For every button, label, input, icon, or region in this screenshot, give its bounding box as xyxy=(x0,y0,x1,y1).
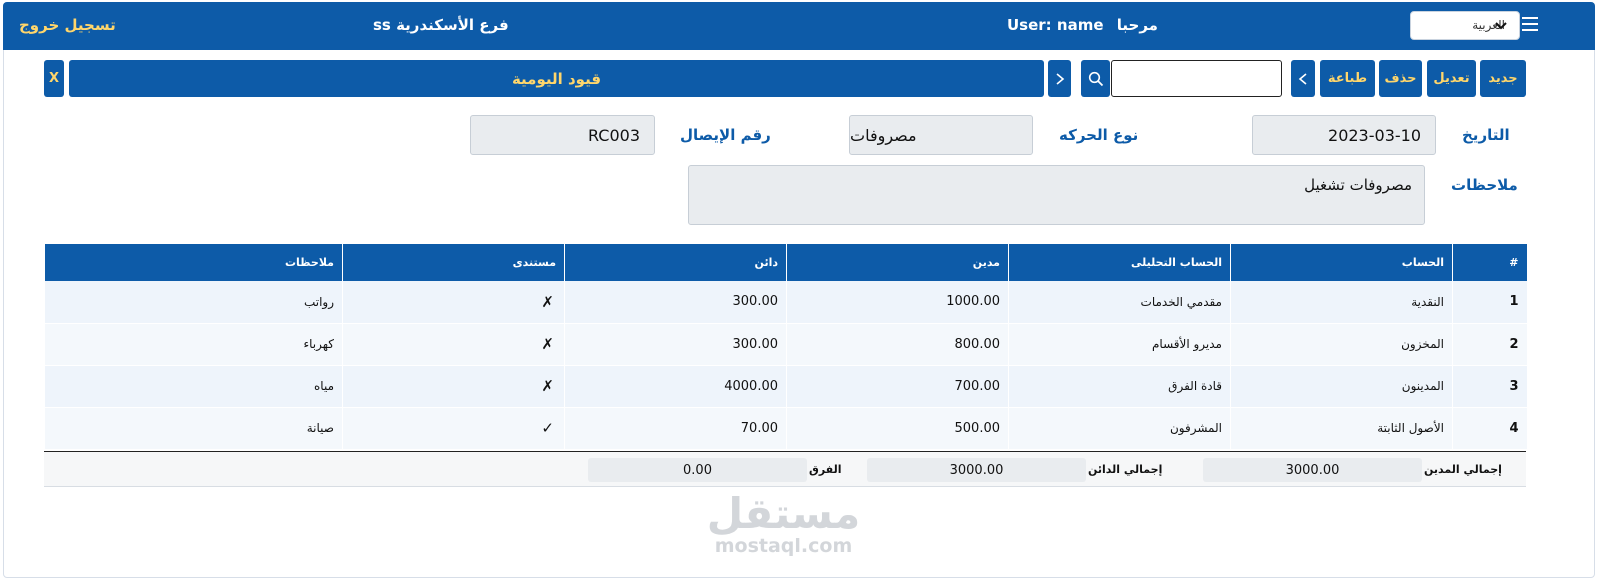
table-row[interactable]: 4 الأصول الثابتة المشرفون 500.00 70.00 ✓… xyxy=(44,407,1527,450)
col-header-analytic[interactable]: الحساب التحليلى xyxy=(1008,244,1231,281)
previous-button[interactable] xyxy=(1291,60,1315,97)
watermark-latin: mostaql.com xyxy=(714,535,853,557)
cell-credit: 300.00 xyxy=(564,281,787,324)
page-title: قيود اليومية xyxy=(69,60,1044,97)
cell-debit: 800.00 xyxy=(786,323,1009,366)
date-field[interactable]: 2023-03-10 xyxy=(1252,115,1436,155)
cell-notes: مياه xyxy=(44,365,343,408)
cell-notes: رواتب xyxy=(44,281,343,324)
chevron-down-icon xyxy=(1495,22,1507,30)
receipt-number-field[interactable]: RC003 xyxy=(470,115,655,155)
col-header-credit[interactable]: دائن xyxy=(564,244,787,281)
type-label: نوع الحركه xyxy=(1059,126,1139,144)
hamburger-menu-icon[interactable] xyxy=(1522,17,1538,31)
chevron-right-icon xyxy=(1055,72,1064,85)
journal-table: # الحساب الحساب التحليلى مدين دائن مستند… xyxy=(44,244,1527,450)
cell-documented: ✗ xyxy=(342,365,565,408)
cell-account: النقدية xyxy=(1230,281,1453,324)
difference-label: الفرق xyxy=(809,463,842,476)
cell-debit: 1000.00 xyxy=(786,281,1009,324)
edit-button[interactable]: تعديل xyxy=(1427,60,1476,97)
search-button[interactable] xyxy=(1081,60,1110,97)
transaction-type-field[interactable]: مصروفات xyxy=(849,115,1033,155)
receipt-label: رقم الإيصال xyxy=(680,126,771,144)
user-name: User: name xyxy=(1007,16,1104,34)
search-input[interactable] xyxy=(1111,60,1282,97)
notes-field[interactable]: مصروفات تشغيل xyxy=(688,165,1425,225)
cell-documented: ✗ xyxy=(342,323,565,366)
total-debit-value: 3000.00 xyxy=(1203,458,1422,482)
cell-analytic: قادة الفرق xyxy=(1008,365,1231,408)
col-header-debit[interactable]: مدين xyxy=(786,244,1009,281)
date-label: التاريخ xyxy=(1462,126,1510,144)
total-credit-label: إجمالي الدائن xyxy=(1088,463,1163,476)
difference-value: 0.00 xyxy=(588,458,807,482)
cell-notes: كهرباء xyxy=(44,323,343,366)
cell-documented: ✓ xyxy=(342,407,565,450)
cell-notes: صيانة xyxy=(44,407,343,450)
cell-account: المخزون xyxy=(1230,323,1453,366)
table-header-row: # الحساب الحساب التحليلى مدين دائن مستند… xyxy=(44,244,1527,281)
greeting: مرحبا xyxy=(1116,16,1158,34)
cell-account: الأصول الثابتة xyxy=(1230,407,1453,450)
chevron-left-icon xyxy=(1298,72,1307,85)
col-header-notes[interactable]: ملاحظات xyxy=(44,244,343,281)
cell-debit: 700.00 xyxy=(786,365,1009,408)
cell-index: 2 xyxy=(1452,323,1527,366)
print-button[interactable]: طباعة xyxy=(1320,60,1375,97)
delete-button[interactable]: حذف xyxy=(1379,60,1422,97)
cell-credit: 70.00 xyxy=(564,407,787,450)
language-select[interactable]: العربية xyxy=(1410,11,1520,40)
cell-index: 3 xyxy=(1452,365,1527,408)
watermark-logo: مستقل mostaql.com xyxy=(706,489,861,557)
cell-index: 4 xyxy=(1452,407,1527,450)
watermark-arabic: مستقل xyxy=(706,489,861,538)
cell-credit: 300.00 xyxy=(564,323,787,366)
welcome-text: User: name مرحبا xyxy=(1007,16,1158,34)
cell-credit: 4000.00 xyxy=(564,365,787,408)
cell-debit: 500.00 xyxy=(786,407,1009,450)
total-debit-label: إجمالي المدين xyxy=(1424,463,1502,476)
total-credit-value: 3000.00 xyxy=(867,458,1086,482)
table-row[interactable]: 1 النقدية مقدمي الخدمات 1000.00 300.00 ✗… xyxy=(44,281,1527,324)
table-row[interactable]: 3 المدينون قادة الفرق 700.00 4000.00 ✗ م… xyxy=(44,365,1527,408)
cell-documented: ✗ xyxy=(342,281,565,324)
cell-analytic: مقدمي الخدمات xyxy=(1008,281,1231,324)
notes-label: ملاحظات xyxy=(1451,176,1518,194)
next-button[interactable] xyxy=(1048,60,1071,97)
col-header-documented[interactable]: مستندى xyxy=(342,244,565,281)
cell-analytic: المشرفون xyxy=(1008,407,1231,450)
search-icon xyxy=(1088,71,1103,86)
close-button[interactable]: X xyxy=(44,60,64,97)
table-row[interactable]: 2 المخزون مديرو الأقسام 800.00 300.00 ✗ … xyxy=(44,323,1527,366)
cell-index: 1 xyxy=(1452,281,1527,324)
col-header-account[interactable]: الحساب xyxy=(1230,244,1453,281)
top-header: تسجيل خروج فرع الأسكندرية ss User: name … xyxy=(3,2,1595,50)
col-header-index[interactable]: # xyxy=(1452,244,1527,281)
branch-label: فرع الأسكندرية ss xyxy=(373,16,509,34)
new-button[interactable]: جديد xyxy=(1480,60,1526,97)
cell-account: المدينون xyxy=(1230,365,1453,408)
logout-link[interactable]: تسجيل خروج xyxy=(19,16,116,34)
cell-analytic: مديرو الأقسام xyxy=(1008,323,1231,366)
